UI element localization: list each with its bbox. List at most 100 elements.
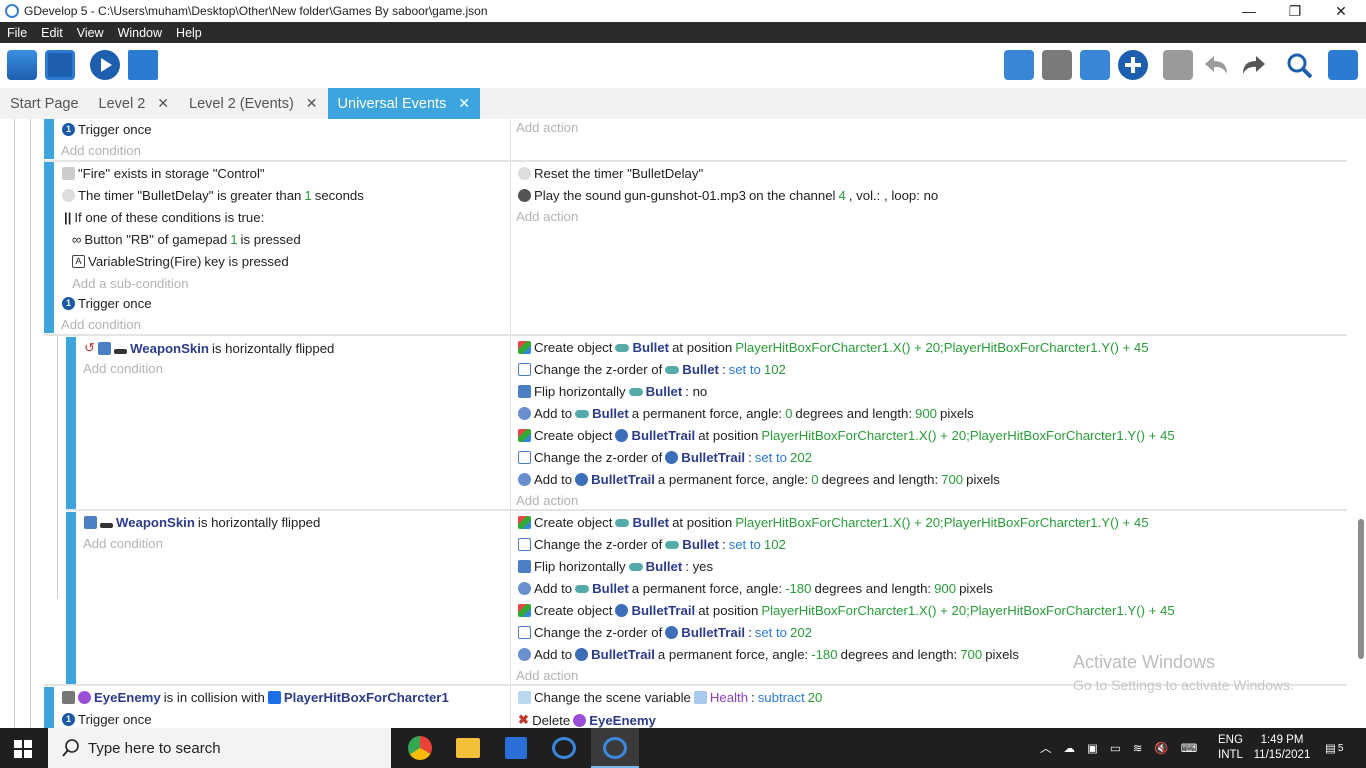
events-sheet[interactable]: 1 Trigger once Add condition Add action "… xyxy=(0,119,1366,728)
minimize-button[interactable]: — xyxy=(1226,0,1272,22)
add-action-link[interactable]: Add action xyxy=(516,493,578,508)
particle-object-icon xyxy=(665,626,679,639)
gdevelop-taskbar-icon[interactable] xyxy=(552,737,576,759)
action-flip-horizontally[interactable]: Flip horizontally Bullet: yes xyxy=(518,559,713,574)
tab-label: Start Page xyxy=(10,95,79,112)
chrome-icon[interactable] xyxy=(408,736,432,760)
add-condition-link[interactable]: Add condition xyxy=(61,143,141,158)
action-reset-timer[interactable]: Reset the timer "BulletDelay" xyxy=(518,166,703,181)
menu-window[interactable]: Window xyxy=(111,26,169,40)
volume-muted-icon[interactable]: 🔇 xyxy=(1154,741,1168,755)
action-z-order[interactable]: Change the z-order of BulletTrail: set to 2… xyxy=(518,625,812,640)
condition-flipped[interactable]: ↺ WeaponSkin is horizontally flipped xyxy=(84,340,334,356)
condition-trigger-once[interactable]: 1 Trigger once xyxy=(62,712,152,727)
keyboard-icon[interactable]: ⌨ xyxy=(1181,741,1198,755)
close-tab-icon[interactable]: ✕ xyxy=(458,95,470,112)
delete-event-icon[interactable] xyxy=(1163,50,1193,80)
cloud-icon[interactable]: ☁ xyxy=(1064,741,1076,755)
menu-file[interactable]: File xyxy=(0,26,34,40)
undo-icon[interactable] xyxy=(1201,50,1231,80)
add-more-icon[interactable] xyxy=(1118,50,1148,80)
action-operator: set to xyxy=(728,362,761,377)
condition-collision[interactable]: EyeEnemy is in collision with PlayerHitBox… xyxy=(62,690,449,705)
add-action-link[interactable]: Add action xyxy=(516,668,578,683)
menu-edit[interactable]: Edit xyxy=(34,26,70,40)
add-event-icon[interactable] xyxy=(1004,50,1034,80)
language-indicator[interactable]: ENG INTL xyxy=(1218,728,1243,768)
action-create-object[interactable]: Create object BulletTrail at position Playe… xyxy=(518,428,1175,443)
event-bar[interactable] xyxy=(44,687,54,728)
action-add-force[interactable]: Add to Bullet a permanent force, angle: -18… xyxy=(518,581,993,596)
flip-icon xyxy=(84,516,97,529)
gdevelop-active-taskbar-button[interactable] xyxy=(591,728,639,768)
action-create-object[interactable]: Create object BulletTrail at position Playe… xyxy=(518,603,1175,618)
condition-trigger-once[interactable]: 1 Trigger once xyxy=(62,122,152,137)
close-window-button[interactable]: ✕ xyxy=(1318,0,1364,22)
action-scene-variable[interactable]: Change the scene variable Health: subtract… xyxy=(518,690,822,705)
object-name: EyeEnemy xyxy=(94,690,161,705)
event-bar[interactable] xyxy=(44,119,54,159)
event-bar[interactable] xyxy=(66,512,76,684)
close-tab-icon[interactable]: ✕ xyxy=(306,95,318,112)
file-explorer-icon[interactable] xyxy=(456,738,480,758)
action-delete-object[interactable]: ✖ Delete EyeEnemy xyxy=(518,712,656,728)
create-object-icon xyxy=(518,341,531,354)
condition-key-pressed[interactable]: A VariableString(Fire) key is pressed xyxy=(72,254,289,269)
tab-universal-events[interactable]: Universal Events ✕ xyxy=(327,88,481,119)
battery-icon[interactable]: ▭ xyxy=(1110,741,1121,755)
network-icon[interactable]: ≋ xyxy=(1133,741,1143,755)
close-tab-icon[interactable]: ✕ xyxy=(157,95,169,112)
chevron-up-icon[interactable]: ︿ xyxy=(1040,740,1052,756)
condition-text: If one of these conditions is true: xyxy=(74,210,265,225)
tab-level-2-events[interactable]: Level 2 (Events) ✕ xyxy=(179,88,328,119)
condition-or-group[interactable]: || If one of these conditions is true: xyxy=(64,210,264,225)
action-z-order[interactable]: Change the z-order of Bullet: set to 102 xyxy=(518,362,786,377)
action-add-force[interactable]: Add to Bullet a permanent force, angle: 0 de… xyxy=(518,406,974,421)
action-play-sound[interactable]: Play the sound gun-gunshot-01.mp3 on the c… xyxy=(518,188,938,203)
action-flip-horizontally[interactable]: Flip horizontally Bullet: no xyxy=(518,384,707,399)
scene-editor-icon[interactable] xyxy=(45,50,75,80)
menu-view[interactable]: View xyxy=(70,26,111,40)
add-comment-icon[interactable] xyxy=(1080,50,1110,80)
redo-icon[interactable] xyxy=(1239,50,1269,80)
taskbar-search-input[interactable]: Type here to search xyxy=(48,728,391,768)
action-z-order[interactable]: Change the z-order of BulletTrail: set to 2… xyxy=(518,450,812,465)
action-add-force[interactable]: Add to BulletTrail a permanent force, angl… xyxy=(518,472,1000,487)
preview-play-icon[interactable] xyxy=(90,50,120,80)
add-subevent-icon[interactable] xyxy=(1042,50,1072,80)
add-condition-link[interactable]: Add condition xyxy=(83,536,163,551)
action-operator: set to xyxy=(728,537,761,552)
event-bar[interactable] xyxy=(44,162,54,333)
add-action-link[interactable]: Add action xyxy=(516,120,578,135)
add-action-link[interactable]: Add action xyxy=(516,209,578,224)
action-add-force[interactable]: Add to BulletTrail a permanent force, angl… xyxy=(518,647,1019,662)
search-icon[interactable] xyxy=(1284,50,1314,80)
vertical-scrollbar[interactable] xyxy=(1358,519,1364,659)
event-bar[interactable] xyxy=(66,337,76,509)
condition-gamepad[interactable]: ∞ Button "RB" of gamepad 1 is pressed xyxy=(72,232,301,247)
debugger-icon[interactable] xyxy=(128,50,158,80)
action-create-object[interactable]: Create object Bullet at position PlayerHitB… xyxy=(518,515,1149,530)
add-subcondition-link[interactable]: Add a sub-condition xyxy=(72,276,189,291)
action-create-object[interactable]: Create object Bullet at position PlayerHitB… xyxy=(518,340,1149,355)
clock[interactable]: 1:49 PM 11/15/2021 xyxy=(1252,728,1312,768)
project-manager-icon[interactable] xyxy=(7,50,37,80)
store-icon[interactable] xyxy=(505,737,527,759)
notifications-button[interactable]: ▤ 5 xyxy=(1325,728,1343,768)
add-condition-link[interactable]: Add condition xyxy=(61,317,141,332)
gdevelop-logo-icon xyxy=(5,4,19,18)
condition-storage[interactable]: "Fire" exists in storage "Control" xyxy=(62,166,265,181)
add-condition-link[interactable]: Add condition xyxy=(83,361,163,376)
windows-start-icon[interactable] xyxy=(14,740,32,758)
tab-level-2[interactable]: Level 2 ✕ xyxy=(89,88,180,119)
action-z-order[interactable]: Change the z-order of Bullet: set to 102 xyxy=(518,537,786,552)
settings-wrench-icon[interactable] xyxy=(1328,50,1358,80)
action-operator: set to xyxy=(754,625,787,640)
tab-start-page[interactable]: Start Page xyxy=(0,88,89,119)
condition-flipped[interactable]: WeaponSkin is horizontally flipped xyxy=(84,515,320,530)
condition-timer[interactable]: The timer "BulletDelay" is greater than 1… xyxy=(62,188,364,203)
menu-help[interactable]: Help xyxy=(169,26,209,40)
condition-trigger-once[interactable]: 1 Trigger once xyxy=(62,296,152,311)
device-icon[interactable]: ▣ xyxy=(1087,741,1098,755)
restore-button[interactable]: ❐ xyxy=(1272,0,1318,22)
